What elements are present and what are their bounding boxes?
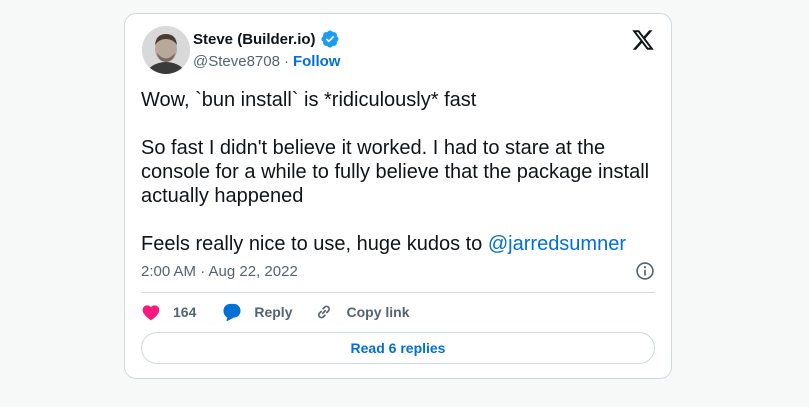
- tweet-paragraph-3-text: Feels really nice to use, huge kudos to: [141, 233, 488, 255]
- author-handle-row: @Steve8708 · Follow: [193, 53, 340, 70]
- tweet-paragraph-2: So fast I didn't believe it worked. I ha…: [141, 137, 650, 207]
- verified-badge-icon: [320, 29, 340, 49]
- link-icon: [318, 305, 331, 319]
- tweet-text: Wow, `bun install` is *ridiculously* fas…: [141, 88, 651, 256]
- author-name[interactable]: Steve (Builder.io): [193, 31, 316, 48]
- mention-link[interactable]: @jarredsumner: [488, 233, 626, 255]
- avatar-image: [142, 26, 190, 74]
- reply-bubble-icon: [223, 303, 241, 322]
- copy-link-label: Copy link: [346, 304, 410, 320]
- tweet-timestamp[interactable]: 2:00 AM · Aug 22, 2022: [141, 263, 298, 280]
- like-button[interactable]: 164: [141, 302, 196, 322]
- heart-icon: [142, 305, 160, 321]
- reply-label: Reply: [254, 304, 293, 320]
- info-icon[interactable]: [635, 261, 655, 281]
- author-name-row[interactable]: Steve (Builder.io): [193, 29, 340, 49]
- author-handle[interactable]: @Steve8708: [193, 53, 280, 70]
- reply-button[interactable]: Reply: [222, 302, 292, 322]
- tweet-line-1: Wow, `bun install` is *ridiculously* fas…: [141, 89, 477, 111]
- read-replies-button[interactable]: Read 6 replies: [141, 332, 655, 364]
- tweet-card: Steve (Builder.io) @Steve8708 · Follow W…: [124, 13, 672, 379]
- like-count: 164: [173, 304, 197, 320]
- read-replies-label: Read 6 replies: [350, 340, 446, 356]
- follow-button[interactable]: Follow: [293, 53, 341, 70]
- separator-dot: ·: [283, 53, 289, 70]
- copy-link-button[interactable]: Copy link: [314, 302, 410, 322]
- action-bar: 164 Reply Copy link: [141, 302, 410, 322]
- avatar[interactable]: [142, 26, 190, 74]
- x-logo-icon[interactable]: [631, 28, 655, 52]
- divider: [141, 292, 655, 293]
- tweet-paragraph-3: Feels really nice to use, huge kudos to …: [141, 232, 651, 256]
